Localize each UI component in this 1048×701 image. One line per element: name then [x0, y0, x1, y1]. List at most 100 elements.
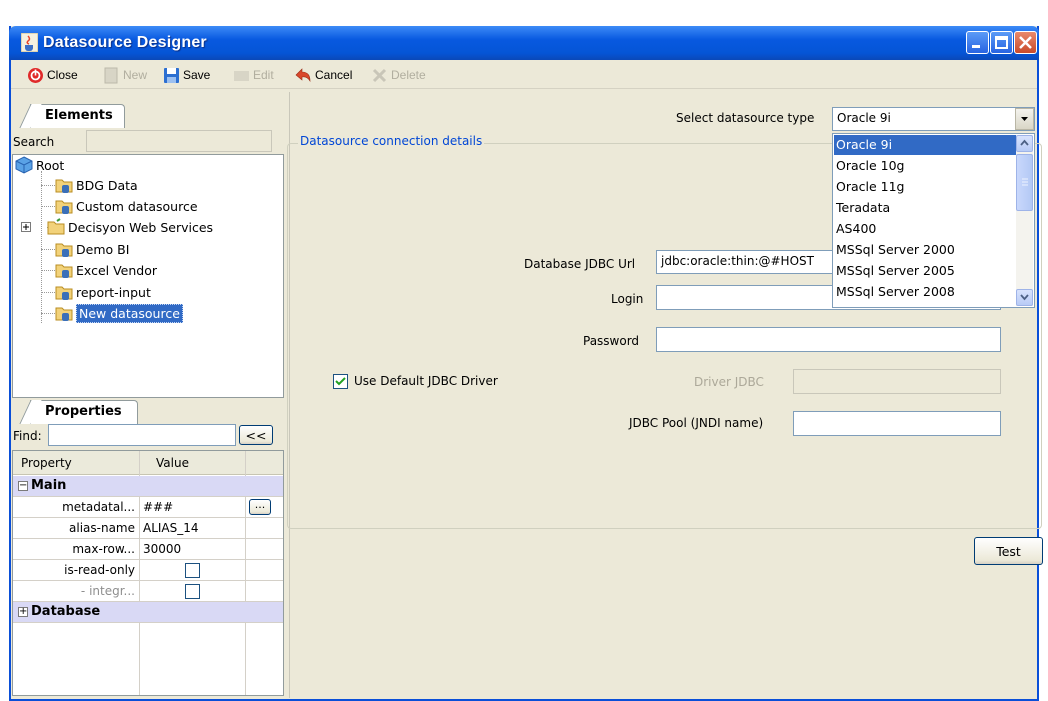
- scroll-up-button[interactable]: [1016, 135, 1033, 152]
- expand-plus-icon[interactable]: +: [18, 607, 28, 617]
- edit-button[interactable]: Edit: [233, 66, 274, 84]
- tree-label: Excel Vendor: [76, 262, 157, 278]
- collapse-button[interactable]: <<: [239, 425, 273, 445]
- password-input[interactable]: [656, 327, 1001, 352]
- jdbc-pool-label: JDBC Pool (JNDI name): [629, 416, 764, 430]
- dropdown-option[interactable]: MSSql Server 2000: [834, 240, 1017, 260]
- browse-button[interactable]: ...: [249, 499, 271, 515]
- datasource-folder-icon: [55, 286, 73, 300]
- edit-icon: [234, 70, 249, 81]
- save-button[interactable]: Save: [163, 66, 210, 84]
- tree-node-item[interactable]: Decisyon Web Services: [21, 217, 213, 237]
- left-panel: Elements Search Root BDG Data Custom dat…: [11, 92, 286, 698]
- integrity-checkbox[interactable]: [185, 584, 200, 599]
- driver-jdbc-input[interactable]: [793, 369, 1001, 394]
- driver-jdbc-label: Driver JDBC: [694, 375, 764, 389]
- tree-node-item[interactable]: Excel Vendor: [55, 260, 157, 280]
- new-file-icon: [104, 67, 118, 83]
- value-column-header: Value: [156, 456, 189, 470]
- tree-node-root[interactable]: Root: [15, 155, 64, 175]
- table-row[interactable]: max-row... 30000: [13, 539, 283, 560]
- folder-icon: [47, 218, 65, 235]
- jdbc-pool-input[interactable]: [793, 411, 1001, 436]
- group-label: Main: [31, 478, 67, 493]
- login-label: Login: [611, 292, 644, 306]
- maximize-button[interactable]: [990, 31, 1013, 54]
- search-input[interactable]: [86, 130, 272, 152]
- tab-elements[interactable]: Elements: [30, 104, 125, 128]
- dropdown-option[interactable]: Oracle 10g: [834, 156, 1017, 176]
- password-label: Password: [583, 334, 640, 348]
- dropdown-option[interactable]: MSSql Server 2008: [834, 282, 1017, 302]
- delete-x-icon: [372, 68, 387, 82]
- use-default-driver-label: Use Default JDBC Driver: [354, 374, 498, 388]
- search-label: Search: [13, 135, 55, 149]
- group-label: Datasource connection details: [298, 134, 485, 148]
- minimize-button[interactable]: [966, 31, 989, 54]
- save-label: Save: [183, 68, 211, 82]
- datasource-type-dropdown: Oracle 9i Oracle 10g Oracle 11g Teradata…: [832, 133, 1035, 308]
- dropdown-scrollbar[interactable]: [1016, 135, 1033, 306]
- scroll-thumb[interactable]: [1016, 154, 1033, 211]
- table-row[interactable]: metadatal... ### ...: [13, 497, 283, 518]
- close-button[interactable]: Close: [27, 66, 78, 84]
- tab-properties[interactable]: Properties: [30, 400, 138, 424]
- read-only-checkbox[interactable]: [185, 563, 200, 578]
- tree-node-item[interactable]: BDG Data: [55, 175, 138, 195]
- elements-tree: Root BDG Data Custom datasource Decisyon…: [12, 154, 284, 398]
- java-cup-icon: [21, 33, 38, 52]
- use-default-driver-checkbox[interactable]: [333, 374, 348, 389]
- property-name: max-row...: [72, 542, 135, 556]
- datasource-folder-icon: [55, 179, 73, 193]
- table-row[interactable]: is-read-only: [13, 560, 283, 581]
- chevron-up-icon: [1020, 139, 1029, 146]
- properties-header: Property Value: [13, 451, 283, 475]
- new-label: New: [123, 68, 148, 82]
- find-input[interactable]: [48, 424, 236, 446]
- test-button[interactable]: Test: [974, 537, 1043, 565]
- tree-node-item[interactable]: Custom datasource: [55, 196, 198, 216]
- collapse-minus-icon[interactable]: −: [18, 481, 28, 491]
- tree-node-selected[interactable]: New datasource: [55, 303, 183, 323]
- jdbc-url-input[interactable]: jdbc:oracle:thin:@#HOST: [656, 250, 836, 274]
- tree-label: New datasource: [76, 303, 183, 323]
- table-row[interactable]: - integr...: [13, 581, 283, 602]
- power-icon: [28, 67, 43, 83]
- property-value: 30000: [143, 542, 182, 556]
- datasource-type-label: Select datasource type: [676, 111, 815, 125]
- scroll-down-button[interactable]: [1016, 289, 1033, 306]
- checkmark-icon: [335, 377, 346, 386]
- delete-button[interactable]: Delete: [371, 66, 426, 84]
- group-row-main[interactable]: − Main: [13, 476, 283, 497]
- tree-node-item[interactable]: report-input: [55, 282, 151, 302]
- group-label: Database: [31, 604, 101, 619]
- dropdown-option[interactable]: Oracle 9i: [834, 135, 1017, 155]
- dropdown-button[interactable]: [1015, 108, 1034, 130]
- floppy-disk-icon: [164, 67, 179, 83]
- tree-node-item[interactable]: Demo BI: [55, 239, 129, 259]
- cancel-button[interactable]: Cancel: [295, 66, 352, 84]
- property-name: - integr...: [80, 584, 135, 598]
- datasource-type-select[interactable]: Oracle 9i: [832, 107, 1035, 131]
- dropdown-option[interactable]: AS400: [834, 219, 1017, 239]
- toolbar: Close New Save Edit Cancel Delete: [11, 61, 1037, 89]
- edit-label: Edit: [253, 68, 274, 82]
- new-button[interactable]: New: [103, 66, 147, 84]
- tree-label: Root: [36, 157, 65, 173]
- datasource-folder-icon: [55, 243, 73, 257]
- close-window-button[interactable]: [1014, 31, 1037, 54]
- expand-plus-icon[interactable]: [21, 222, 31, 232]
- datasource-folder-icon: [55, 264, 73, 278]
- chevron-down-icon: [1020, 294, 1029, 301]
- table-row[interactable]: alias-name ALIAS_14: [13, 518, 283, 539]
- delete-label: Delete: [391, 68, 426, 82]
- property-column-header: Property: [21, 456, 72, 470]
- grip-icon: [1022, 178, 1028, 186]
- title-bar[interactable]: Datasource Designer: [9, 26, 1039, 60]
- elements-tab-label: Elements: [45, 108, 113, 123]
- dropdown-option[interactable]: Teradata: [834, 198, 1017, 218]
- properties-tab-label: Properties: [45, 404, 122, 419]
- group-row-database[interactable]: + Database: [13, 602, 283, 623]
- dropdown-option[interactable]: MSSql Server 2005: [834, 261, 1017, 281]
- dropdown-option[interactable]: Oracle 11g: [834, 177, 1017, 197]
